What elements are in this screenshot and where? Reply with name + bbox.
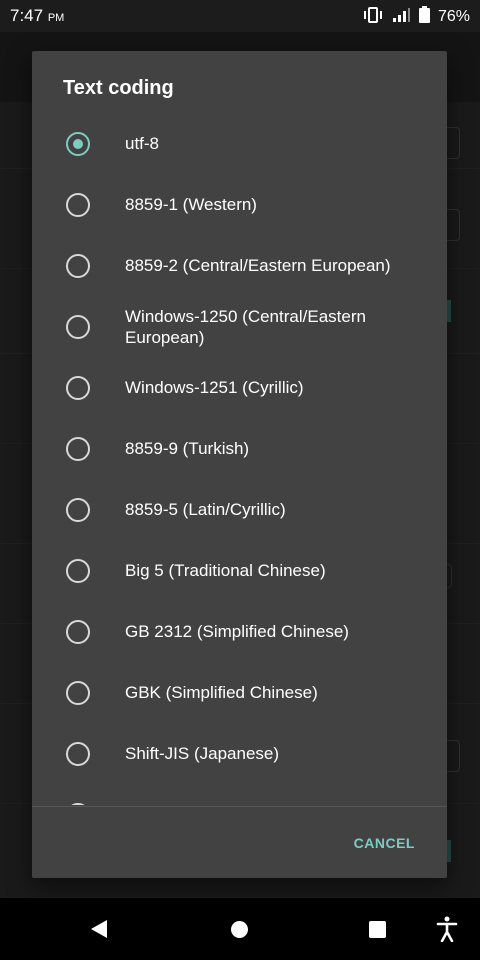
encoding-option[interactable]: Big 5 (Traditional Chinese) (32, 540, 447, 601)
encoding-option[interactable]: Windows-1251 (Cyrillic) (32, 357, 447, 418)
encoding-option[interactable]: 8859-2 (Central/Eastern European) (32, 235, 447, 296)
recents-icon[interactable] (369, 921, 386, 938)
radio-checked-icon[interactable] (66, 131, 90, 156)
accessibility-icon[interactable] (436, 916, 458, 943)
encoding-option-label: Windows-1250 (Central/Eastern European) (125, 306, 366, 347)
encoding-option-label: 8859-1 (Western) (125, 195, 257, 214)
radio-unchecked-icon[interactable] (66, 497, 90, 522)
status-time-value: 7:47 (10, 6, 44, 25)
encoding-option-label: GBK (Simplified Chinese) (125, 683, 318, 702)
encoding-option[interactable]: 8859-1 (Western) (32, 174, 447, 235)
encoding-option-label: Windows-1251 (Cyrillic) (125, 378, 304, 397)
encoding-option[interactable]: Shift-JIS (Japanese) (32, 723, 447, 784)
status-time-ampm: PM (47, 12, 65, 24)
home-icon[interactable] (231, 921, 248, 938)
status-bar: 7:47 PM 76% (0, 0, 480, 32)
radio-unchecked-icon[interactable] (66, 680, 90, 705)
battery-percent: 76% (437, 8, 470, 25)
encoding-option-label: Shift-JIS (Japanese) (125, 744, 280, 763)
radio-unchecked-icon[interactable] (66, 741, 90, 766)
encoding-option[interactable]: Windows-1250 (Central/Eastern European) (32, 296, 447, 357)
encoding-option[interactable]: GB 2312 (Simplified Chinese) (32, 601, 447, 662)
encoding-option-label: GB 2312 (Simplified Chinese) (125, 622, 349, 641)
radio-unchecked-icon[interactable] (66, 558, 90, 583)
navigation-bar (0, 898, 480, 960)
encoding-option[interactable]: utf-8 (32, 113, 447, 174)
back-icon[interactable] (91, 920, 107, 938)
encoding-option-label: 8859-2 (Central/Eastern European) (125, 256, 391, 275)
radio-unchecked-icon[interactable] (66, 192, 90, 217)
radio-unchecked-icon[interactable] (66, 253, 90, 278)
encoding-option[interactable]: 8859-9 (Turkish) (32, 418, 447, 479)
encoding-option-label: 8859-9 (Turkish) (125, 439, 250, 458)
vibrate-icon (363, 6, 383, 28)
radio-unchecked-icon[interactable] (66, 436, 90, 461)
dialog-title: Text coding (63, 77, 174, 99)
radio-unchecked-icon[interactable] (66, 375, 90, 400)
radio-unchecked-icon[interactable] (66, 802, 90, 805)
encoding-option-partial[interactable] (32, 784, 447, 805)
dialog-divider (32, 806, 447, 807)
text-coding-dialog: Text coding utf-8 8859-1 (Western) 8859-2 … (32, 51, 447, 878)
signal-icon (391, 7, 411, 28)
cancel-button[interactable]: CANCEL (352, 831, 417, 855)
encoding-option[interactable]: GBK (Simplified Chinese) (32, 662, 447, 723)
status-time: 7:47 PM (10, 6, 64, 26)
encoding-option-list[interactable]: utf-8 8859-1 (Western) 8859-2 (Central/Eas… (32, 113, 447, 805)
encoding-option-label: Big 5 (Traditional Chinese) (125, 561, 326, 580)
encoding-option-label: 8859-5 (Latin/Cyrillic) (125, 500, 286, 519)
encoding-option[interactable]: 8859-5 (Latin/Cyrillic) (32, 479, 447, 540)
radio-unchecked-icon[interactable] (66, 619, 90, 644)
radio-unchecked-icon[interactable] (66, 314, 90, 339)
battery-icon (418, 6, 430, 28)
encoding-option-label: utf-8 (125, 134, 160, 153)
